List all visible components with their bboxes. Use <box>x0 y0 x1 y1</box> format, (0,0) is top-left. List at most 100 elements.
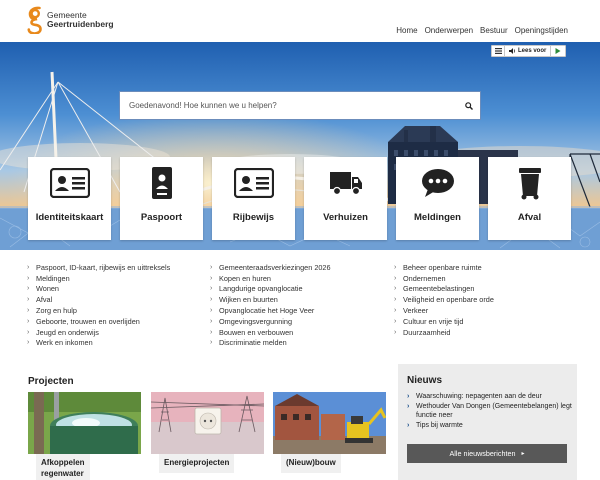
quick-tiles: Identiteitskaart Paspoort Rijbewijs Verh… <box>28 157 572 240</box>
chevron-right-icon: › <box>210 317 213 325</box>
project-card-label: (Nieuw)bouw <box>281 454 341 473</box>
tile-meldingen[interactable]: Meldingen <box>396 157 479 240</box>
chevron-right-icon: › <box>407 402 410 410</box>
list-item[interactable]: › Omgevingsvergunning <box>210 316 331 327</box>
project-photo-power-socket <box>151 392 264 454</box>
chevron-right-icon: › <box>394 307 397 315</box>
news-heading: Nieuws <box>407 375 443 386</box>
chevron-right-icon: › <box>394 285 397 293</box>
passport-icon <box>151 167 172 199</box>
chevron-right-icon: › <box>27 317 30 325</box>
tile-label: Meldingen <box>414 212 461 223</box>
play-button[interactable] <box>551 46 565 56</box>
list-item[interactable]: › Gemeenteraadsverkiezingen 2026 <box>210 262 331 273</box>
nav-bestuur[interactable]: Bestuur <box>480 26 508 35</box>
chevron-right-icon: › <box>27 263 30 271</box>
nav-home[interactable]: Home <box>396 26 417 35</box>
id-card-icon <box>49 168 90 198</box>
chevron-right-icon: › <box>210 307 213 315</box>
chevron-right-icon: › <box>210 328 213 336</box>
links-column-1: › Paspoort, ID-kaart, rijbewijs en uittre… <box>27 262 170 348</box>
tile-paspoort[interactable]: Paspoort <box>120 157 203 240</box>
tile-label: Verhuizen <box>323 212 368 223</box>
hamburger-icon <box>494 48 502 54</box>
list-item[interactable]: › Paspoort, ID-kaart, rijbewijs en uittre… <box>27 262 170 273</box>
read-aloud-button[interactable]: Lees voor <box>505 46 552 56</box>
project-card-label: Energieprojecten <box>159 454 235 473</box>
chevron-right-icon: › <box>407 421 410 429</box>
all-news-button[interactable]: Alle nieuwsberichten ▸ <box>407 444 567 463</box>
list-item[interactable]: › Meldingen <box>27 273 170 284</box>
search-bar <box>119 91 481 120</box>
speaker-icon <box>509 48 516 54</box>
list-item[interactable]: › Werk en inkomen <box>27 338 170 349</box>
list-item[interactable]: › Beheer openbare ruimte <box>394 262 494 273</box>
project-photo-construction <box>273 392 386 454</box>
chevron-right-icon: › <box>407 393 410 400</box>
news-item[interactable]: › Waarschuwing: nepagenten aan de deur <box>407 392 572 402</box>
moving-truck-icon <box>329 172 362 196</box>
tile-rijbewijs[interactable]: Rijbewijs <box>212 157 295 240</box>
news-item[interactable]: › Wethouder Van Dongen (Gemeentebelangen)… <box>407 402 572 421</box>
nav-openingstijden[interactable]: Openingstijden <box>515 26 568 35</box>
chevron-right-icon: › <box>394 296 397 304</box>
list-item[interactable]: › Wijken en buurten <box>210 294 331 305</box>
list-item[interactable]: › Opvanglocatie het Hoge Veer <box>210 305 331 316</box>
chevron-right-icon: › <box>394 263 397 271</box>
project-photo-rain-barrel <box>28 392 141 454</box>
project-card-afkoppelen[interactable]: Afkoppelen regenwater <box>28 392 141 480</box>
list-item[interactable]: › Wonen <box>27 284 170 295</box>
news-item[interactable]: › Tips bij warmte <box>407 421 572 431</box>
list-item[interactable]: › Geboorte, trouwen en overlijden <box>27 316 170 327</box>
chevron-right-icon: › <box>210 339 213 347</box>
list-item[interactable]: › Zorg en hulp <box>27 305 170 316</box>
chevron-right-icon: › <box>27 328 30 336</box>
list-item[interactable]: › Langdurige opvanglocatie <box>210 284 331 295</box>
tile-label: Afval <box>517 212 542 223</box>
list-item[interactable]: › Bouwen en verbouwen <box>210 327 331 338</box>
drivers-license-icon <box>233 168 274 198</box>
chevron-right-icon: › <box>210 274 213 282</box>
list-item[interactable]: › Cultuur en vrije tijd <box>394 316 494 327</box>
chevron-right-icon: › <box>27 285 30 293</box>
arrow-right-icon: ▸ <box>521 451 525 457</box>
nav-onderwerpen[interactable]: Onderwerpen <box>425 26 473 35</box>
links-column-2: › Gemeenteraadsverkiezingen 2026 › Kopen e… <box>210 262 331 348</box>
chevron-right-icon: › <box>394 274 397 282</box>
list-item[interactable]: › Afval <box>27 294 170 305</box>
news-list: › Waarschuwing: nepagenten aan de deur › W… <box>407 392 572 430</box>
tile-afval[interactable]: Afval <box>488 157 571 240</box>
list-item[interactable]: › Jeugd en onderwijs <box>27 327 170 338</box>
tile-verhuizen[interactable]: Verhuizen <box>304 157 387 240</box>
list-item[interactable]: › Kopen en huren <box>210 273 331 284</box>
tile-label: Paspoort <box>140 212 183 223</box>
list-item[interactable]: › Ondernemen <box>394 273 494 284</box>
list-item[interactable]: › Verkeer <box>394 305 494 316</box>
search-icon <box>465 101 473 110</box>
list-item[interactable]: › Duurzaamheid <box>394 327 494 338</box>
play-icon <box>555 48 561 54</box>
chevron-right-icon: › <box>27 274 30 282</box>
read-aloud-label: Lees voor <box>518 48 547 54</box>
news-panel: Nieuws › Waarschuwing: nepagenten aan de … <box>398 364 577 480</box>
projects-heading: Projecten <box>28 376 74 387</box>
readspeaker-menu-button[interactable] <box>492 46 505 56</box>
project-card-energieprojecten[interactable]: Energieprojecten <box>151 392 264 480</box>
list-item[interactable]: › Discriminatie melden <box>210 338 331 349</box>
logo-line-2: Geertruidenberg <box>47 19 114 29</box>
top-navigation: Home Onderwerpen Bestuur Openingstijden <box>396 26 568 35</box>
chevron-right-icon: › <box>27 296 30 304</box>
all-news-label: Alle nieuwsberichten <box>449 449 516 458</box>
search-input[interactable] <box>120 92 458 119</box>
list-item[interactable]: › Veiligheid en openbare orde <box>394 294 494 305</box>
chevron-right-icon: › <box>27 307 30 315</box>
chevron-right-icon: › <box>210 285 213 293</box>
search-button[interactable] <box>458 101 480 110</box>
chevron-right-icon: › <box>394 328 397 336</box>
tile-identiteitskaart[interactable]: Identiteitskaart <box>28 157 111 240</box>
project-card-nieuwbouw[interactable]: (Nieuw)bouw <box>273 392 386 480</box>
chevron-right-icon: › <box>27 339 30 347</box>
list-item[interactable]: › Gemeentebelastingen <box>394 284 494 295</box>
logo-g-icon <box>27 6 42 34</box>
municipality-logo[interactable]: Gemeente Geertruidenberg <box>27 6 114 34</box>
